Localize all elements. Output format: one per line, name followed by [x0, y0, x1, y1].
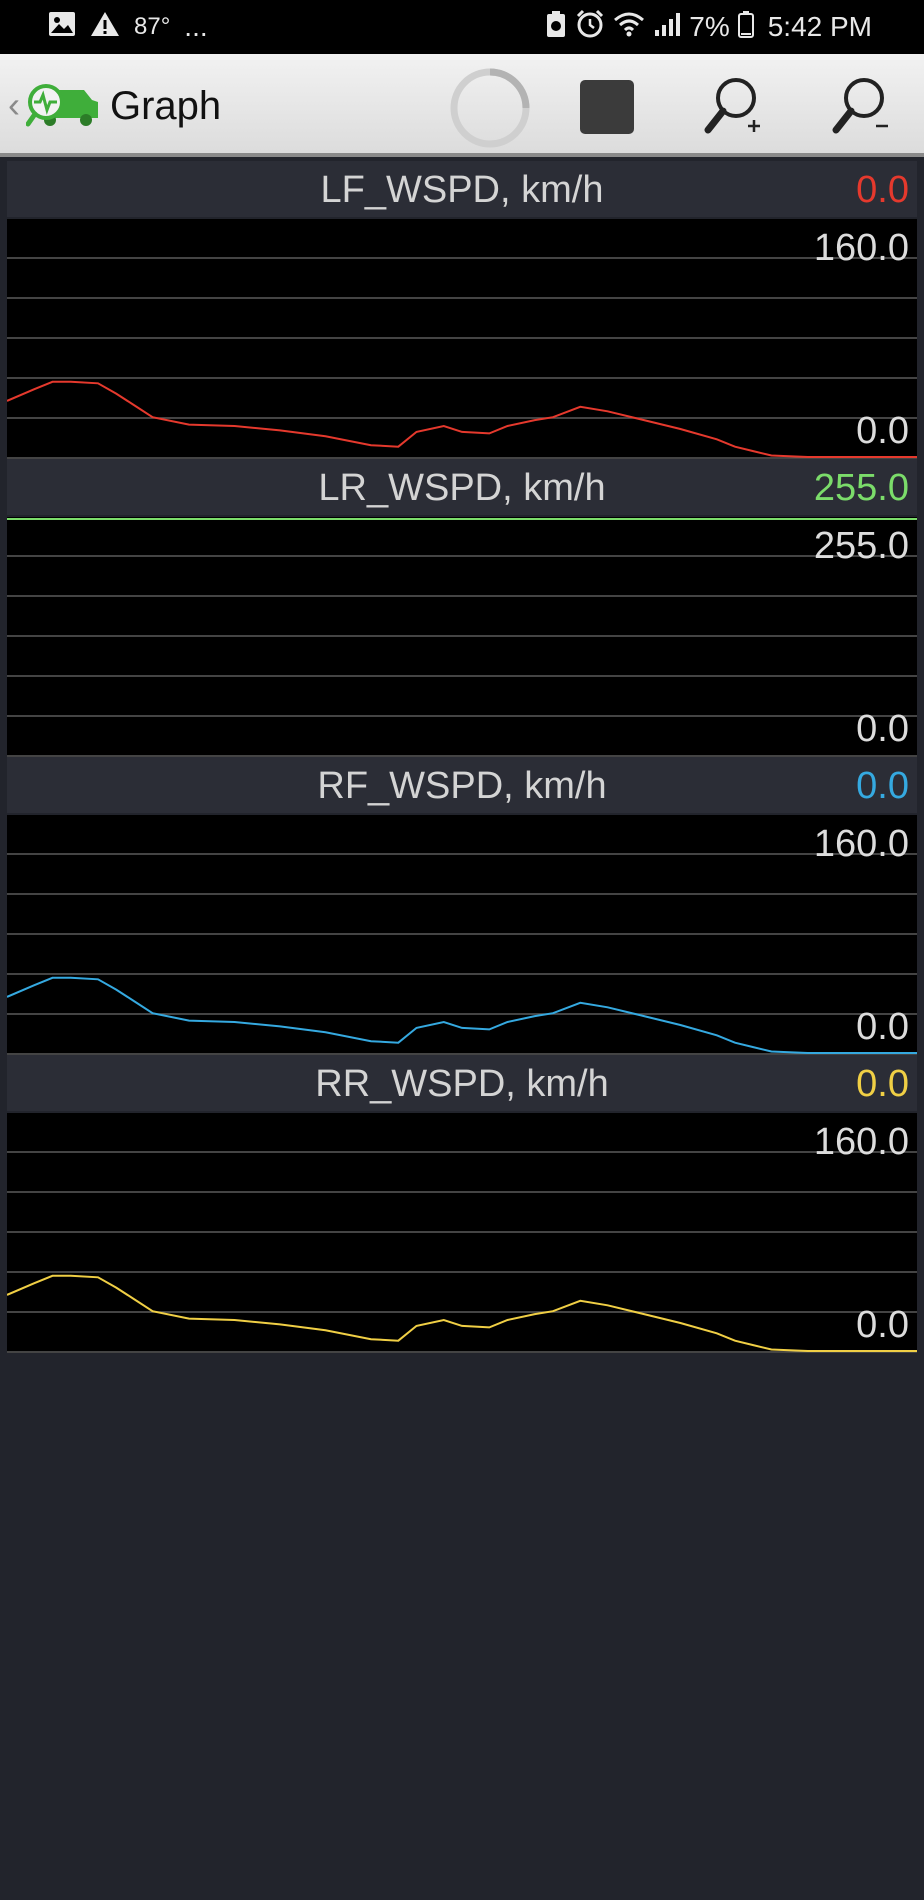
alarm-icon: [575, 9, 605, 46]
panel-header: LF_WSPD, km/h 0.0: [7, 161, 917, 217]
y-max-label: 255.0: [813, 525, 909, 567]
temperature-text: 87°: [134, 13, 171, 40]
y-max-label: 160.0: [813, 823, 909, 865]
signal-icon: [653, 11, 681, 44]
series-line: [7, 1274, 917, 1352]
panel-header: RR_WSPD, km/h 0.0: [7, 1055, 917, 1111]
status-bar: 87° ... 7% 5:42 PM: [0, 0, 924, 54]
y-min-label: 0.0: [856, 1006, 909, 1048]
y-min-label: 0.0: [856, 708, 909, 750]
graph-panel-rr[interactable]: RR_WSPD, km/h 0.0 160.0 0.0: [7, 1055, 917, 1353]
zoom-out-icon[interactable]: [830, 74, 892, 145]
current-value: 0.0: [856, 1063, 909, 1105]
graph-title: LF_WSPD, km/h: [320, 169, 604, 211]
battery-percent: 7%: [689, 11, 730, 42]
y-min-label: 0.0: [856, 410, 909, 452]
car-scan-logo-icon[interactable]: [25, 80, 102, 137]
series-line: [7, 976, 917, 1054]
clock-time: 5:42 PM: [767, 11, 872, 42]
graphs-container: LF_WSPD, km/h 0.0 160.0 0.0 LR_WSPD, km/…: [7, 161, 917, 1353]
status-left: 87° ...: [48, 0, 208, 54]
loading-spinner-icon: [448, 66, 532, 155]
series-line: [7, 380, 917, 458]
panel-header: RF_WSPD, km/h 0.0: [7, 757, 917, 813]
graph-panel-rf[interactable]: RF_WSPD, km/h 0.0 160.0 0.0: [7, 757, 917, 1055]
plot-area[interactable]: 160.0 0.0: [7, 815, 917, 1055]
y-max-label: 160.0: [813, 227, 909, 269]
graph-panel-lf[interactable]: LF_WSPD, km/h 0.0 160.0 0.0: [7, 161, 917, 459]
app-bar: ‹ Graph: [0, 54, 924, 157]
line-chart: [7, 1151, 917, 1353]
plot-area[interactable]: 160.0 0.0: [7, 1113, 917, 1353]
more-notifications-text: ...: [184, 11, 208, 42]
wifi-icon: [613, 11, 645, 44]
current-value: 255.0: [813, 467, 909, 509]
graph-title: RR_WSPD, km/h: [315, 1063, 609, 1105]
current-value: 0.0: [856, 765, 909, 807]
y-min-label: 0.0: [856, 1304, 909, 1346]
current-value: 0.0: [856, 169, 909, 211]
graph-title: LR_WSPD, km/h: [318, 467, 606, 509]
graph-panel-lr[interactable]: LR_WSPD, km/h 255.0 255.0 0.0: [7, 459, 917, 757]
y-max-label: 160.0: [813, 1121, 909, 1163]
battery-icon: [737, 10, 754, 45]
line-chart: [7, 853, 917, 1055]
back-chevron-icon[interactable]: ‹: [8, 84, 20, 126]
panel-header: LR_WSPD, km/h 255.0: [7, 459, 917, 515]
plot-area[interactable]: 160.0 0.0: [7, 219, 917, 459]
zoom-in-icon[interactable]: [702, 74, 764, 145]
stop-button[interactable]: [580, 80, 634, 134]
plot-area[interactable]: 255.0 0.0: [7, 517, 917, 757]
line-chart: [7, 518, 917, 757]
graph-title: RF_WSPD, km/h: [317, 765, 607, 807]
battery-saver-icon: [545, 10, 567, 45]
image-icon: [48, 11, 76, 44]
page-title: Graph: [110, 84, 222, 128]
status-right: 7% 5:42 PM: [545, 0, 872, 54]
line-chart: [7, 257, 917, 459]
warning-icon: [90, 11, 120, 44]
